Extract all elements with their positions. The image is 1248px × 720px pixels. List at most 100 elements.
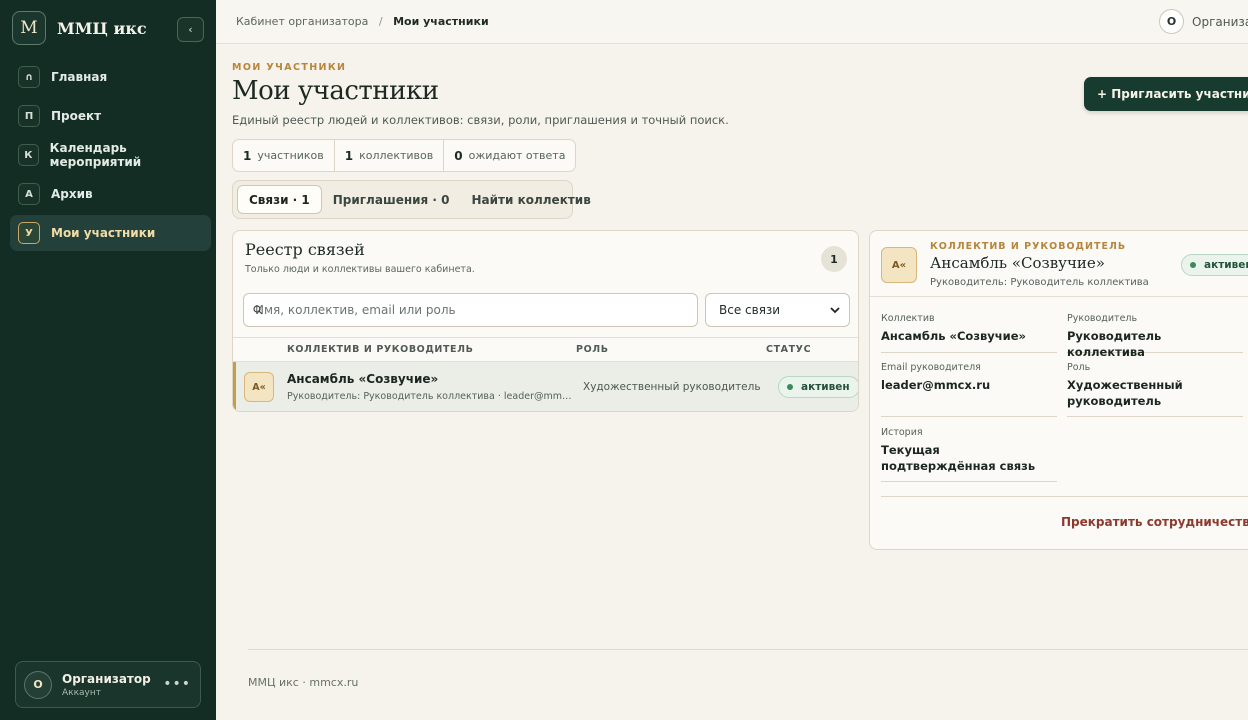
- breadcrumb-link[interactable]: Кабинет организатора: [236, 15, 368, 28]
- page-title: Мои участники: [232, 76, 439, 106]
- status-dot-icon: [1190, 262, 1196, 268]
- avatar: А«: [244, 372, 274, 402]
- field-role: Роль Художественный руководитель: [1067, 362, 1243, 417]
- filter-value: Все связи: [719, 303, 781, 317]
- field-history: История Текущая подтверждённая связь: [881, 427, 1057, 482]
- sidebar-item-label: Проект: [51, 109, 102, 123]
- stat-participants: 1 участников: [233, 140, 335, 171]
- status-badge: активен: [1181, 254, 1248, 276]
- participants-icon: У: [18, 222, 40, 244]
- table-header: КОЛЛЕКТИВ И РУКОВОДИТЕЛЬ РОЛЬ СТАТУС: [233, 337, 858, 362]
- field-label: Руководитель: [1067, 313, 1138, 324]
- column-header-role: РОЛЬ: [576, 344, 609, 355]
- row-leader-meta: Руководитель: Руководитель коллектива · …: [287, 391, 572, 402]
- sidebar-item-label: Мои участники: [51, 226, 156, 240]
- invite-participant-button[interactable]: + Пригласить участника: [1084, 77, 1248, 111]
- status-dot-icon: [787, 384, 793, 390]
- field-collective: Коллектив Ансамбль «Созвучие»: [881, 313, 1057, 353]
- sidebar-item-participants[interactable]: У Мои участники: [10, 215, 211, 251]
- topbar: Кабинет организатора / Мои участники О О…: [216, 0, 1248, 44]
- registry-count-badge: 1: [821, 246, 847, 272]
- calendar-icon: К: [18, 144, 39, 166]
- page-subtitle: Единый реестр людей и коллективов: связи…: [232, 113, 729, 127]
- terminate-cooperation-button[interactable]: Прекратить сотрудничество: [1061, 515, 1248, 529]
- home-icon: ∩: [18, 66, 40, 88]
- stat-label: коллективов: [359, 149, 434, 162]
- stat-pending: 0 ожидают ответа: [444, 140, 575, 171]
- avatar: О: [1159, 9, 1184, 34]
- account-card[interactable]: О Организатор Аккаунт •••: [15, 661, 201, 708]
- breadcrumb-current: Мои участники: [393, 15, 489, 28]
- search-field[interactable]: [243, 293, 698, 327]
- sidebar-item-calendar[interactable]: К Календарь мероприятий: [10, 137, 211, 173]
- divider: [881, 496, 1248, 497]
- tabs: Связи · 1 Приглашения · 0 Найти коллекти…: [232, 180, 591, 219]
- stat-collectives: 1 коллективов: [335, 140, 445, 171]
- sidebar: М ММЦ икс ‹ ∩ Главная П Проект К Календа…: [0, 0, 216, 720]
- collapse-sidebar-button[interactable]: ‹: [177, 17, 204, 42]
- table-row[interactable]: А« Ансамбль «Созвучие» Руководитель: Рук…: [233, 362, 858, 411]
- avatar: А«: [881, 247, 917, 283]
- detail-title: Ансамбль «Созвучие»: [930, 254, 1105, 272]
- stat-value: 1: [243, 148, 252, 163]
- user-menu[interactable]: О Организатор: [1159, 9, 1248, 34]
- chevron-down-icon: [830, 307, 840, 314]
- breadcrumb: Кабинет организатора / Мои участники: [236, 15, 489, 28]
- tab-connections[interactable]: Связи · 1: [237, 185, 322, 214]
- field-value: Художественный руководитель: [1067, 378, 1183, 408]
- footer-text: ММЦ икс · mmcx.ru: [248, 676, 359, 689]
- sidebar-item-archive[interactable]: А Архив: [10, 176, 211, 212]
- status-badge: активен: [778, 376, 858, 398]
- field-label: Роль: [1067, 362, 1091, 373]
- sidebar-nav: ∩ Главная П Проект К Календарь мероприят…: [10, 59, 211, 254]
- breadcrumb-separator: /: [378, 15, 383, 28]
- brand-logo: М: [12, 11, 46, 45]
- sidebar-item-label: Календарь мероприятий: [49, 141, 142, 169]
- archive-icon: А: [18, 183, 40, 205]
- detail-card: А« КОЛЛЕКТИВ И РУКОВОДИТЕЛЬ Ансамбль «Со…: [869, 230, 1248, 550]
- more-icon[interactable]: •••: [163, 676, 191, 692]
- stat-label: ожидают ответа: [468, 149, 566, 162]
- divider: [870, 296, 1248, 297]
- search-icon: [253, 305, 263, 315]
- field-leader-email: Email руководителя leader@mmcx.ru: [881, 362, 1057, 417]
- field-label: История: [881, 427, 923, 438]
- project-icon: П: [18, 105, 40, 127]
- registry-subtitle: Только люди и коллективы вашего кабинета…: [245, 264, 475, 275]
- brand-name: ММЦ икс: [57, 18, 147, 38]
- sidebar-item-label: Архив: [51, 187, 93, 201]
- sidebar-item-home[interactable]: ∩ Главная: [10, 59, 211, 95]
- tab-find-collective[interactable]: Найти коллектив: [461, 185, 602, 214]
- detail-eyebrow: КОЛЛЕКТИВ И РУКОВОДИТЕЛЬ: [930, 241, 1127, 252]
- stat-value: 0: [454, 148, 463, 163]
- field-leader: Руководитель Руководитель коллектива: [1067, 313, 1243, 359]
- status-label: активен: [801, 381, 850, 393]
- field-value: Руководитель коллектива: [1067, 329, 1162, 359]
- field-label: Коллектив: [881, 313, 935, 324]
- field-value: leader@mmcx.ru: [881, 378, 991, 392]
- row-role: Художественный руководитель: [583, 381, 761, 393]
- column-header-status: СТАТУС: [766, 344, 812, 355]
- user-name: Организатор: [1192, 14, 1248, 29]
- detail-subtitle: Руководитель: Руководитель коллектива: [930, 277, 1149, 288]
- sidebar-item-project[interactable]: П Проект: [10, 98, 211, 134]
- status-label: активен: [1204, 259, 1248, 271]
- stat-value: 1: [344, 148, 354, 163]
- connections-filter-select[interactable]: Все связи: [705, 293, 850, 327]
- search-input[interactable]: [244, 294, 697, 326]
- avatar: О: [24, 670, 52, 699]
- tab-invitations[interactable]: Приглашения · 0: [322, 185, 461, 214]
- chevron-left-icon: ‹: [188, 23, 193, 36]
- field-value: Ансамбль «Созвучие»: [881, 329, 1026, 343]
- sidebar-item-label: Главная: [51, 70, 108, 84]
- stat-label: участников: [257, 149, 324, 162]
- brand[interactable]: М ММЦ икс: [12, 11, 147, 45]
- field-label: Email руководителя: [881, 362, 981, 373]
- footer-divider: [248, 649, 1248, 650]
- page-eyebrow: МОИ УЧАСТНИКИ: [232, 62, 347, 73]
- stats-bar: 1 участников 1 коллективов 0 ожидают ответа: [232, 139, 577, 172]
- registry-title: Реестр связей: [245, 240, 365, 259]
- column-header-collective: КОЛЛЕКТИВ И РУКОВОДИТЕЛЬ: [287, 344, 474, 355]
- row-collective-name: Ансамбль «Созвучие»: [287, 372, 439, 386]
- account-role: Аккаунт: [62, 687, 101, 698]
